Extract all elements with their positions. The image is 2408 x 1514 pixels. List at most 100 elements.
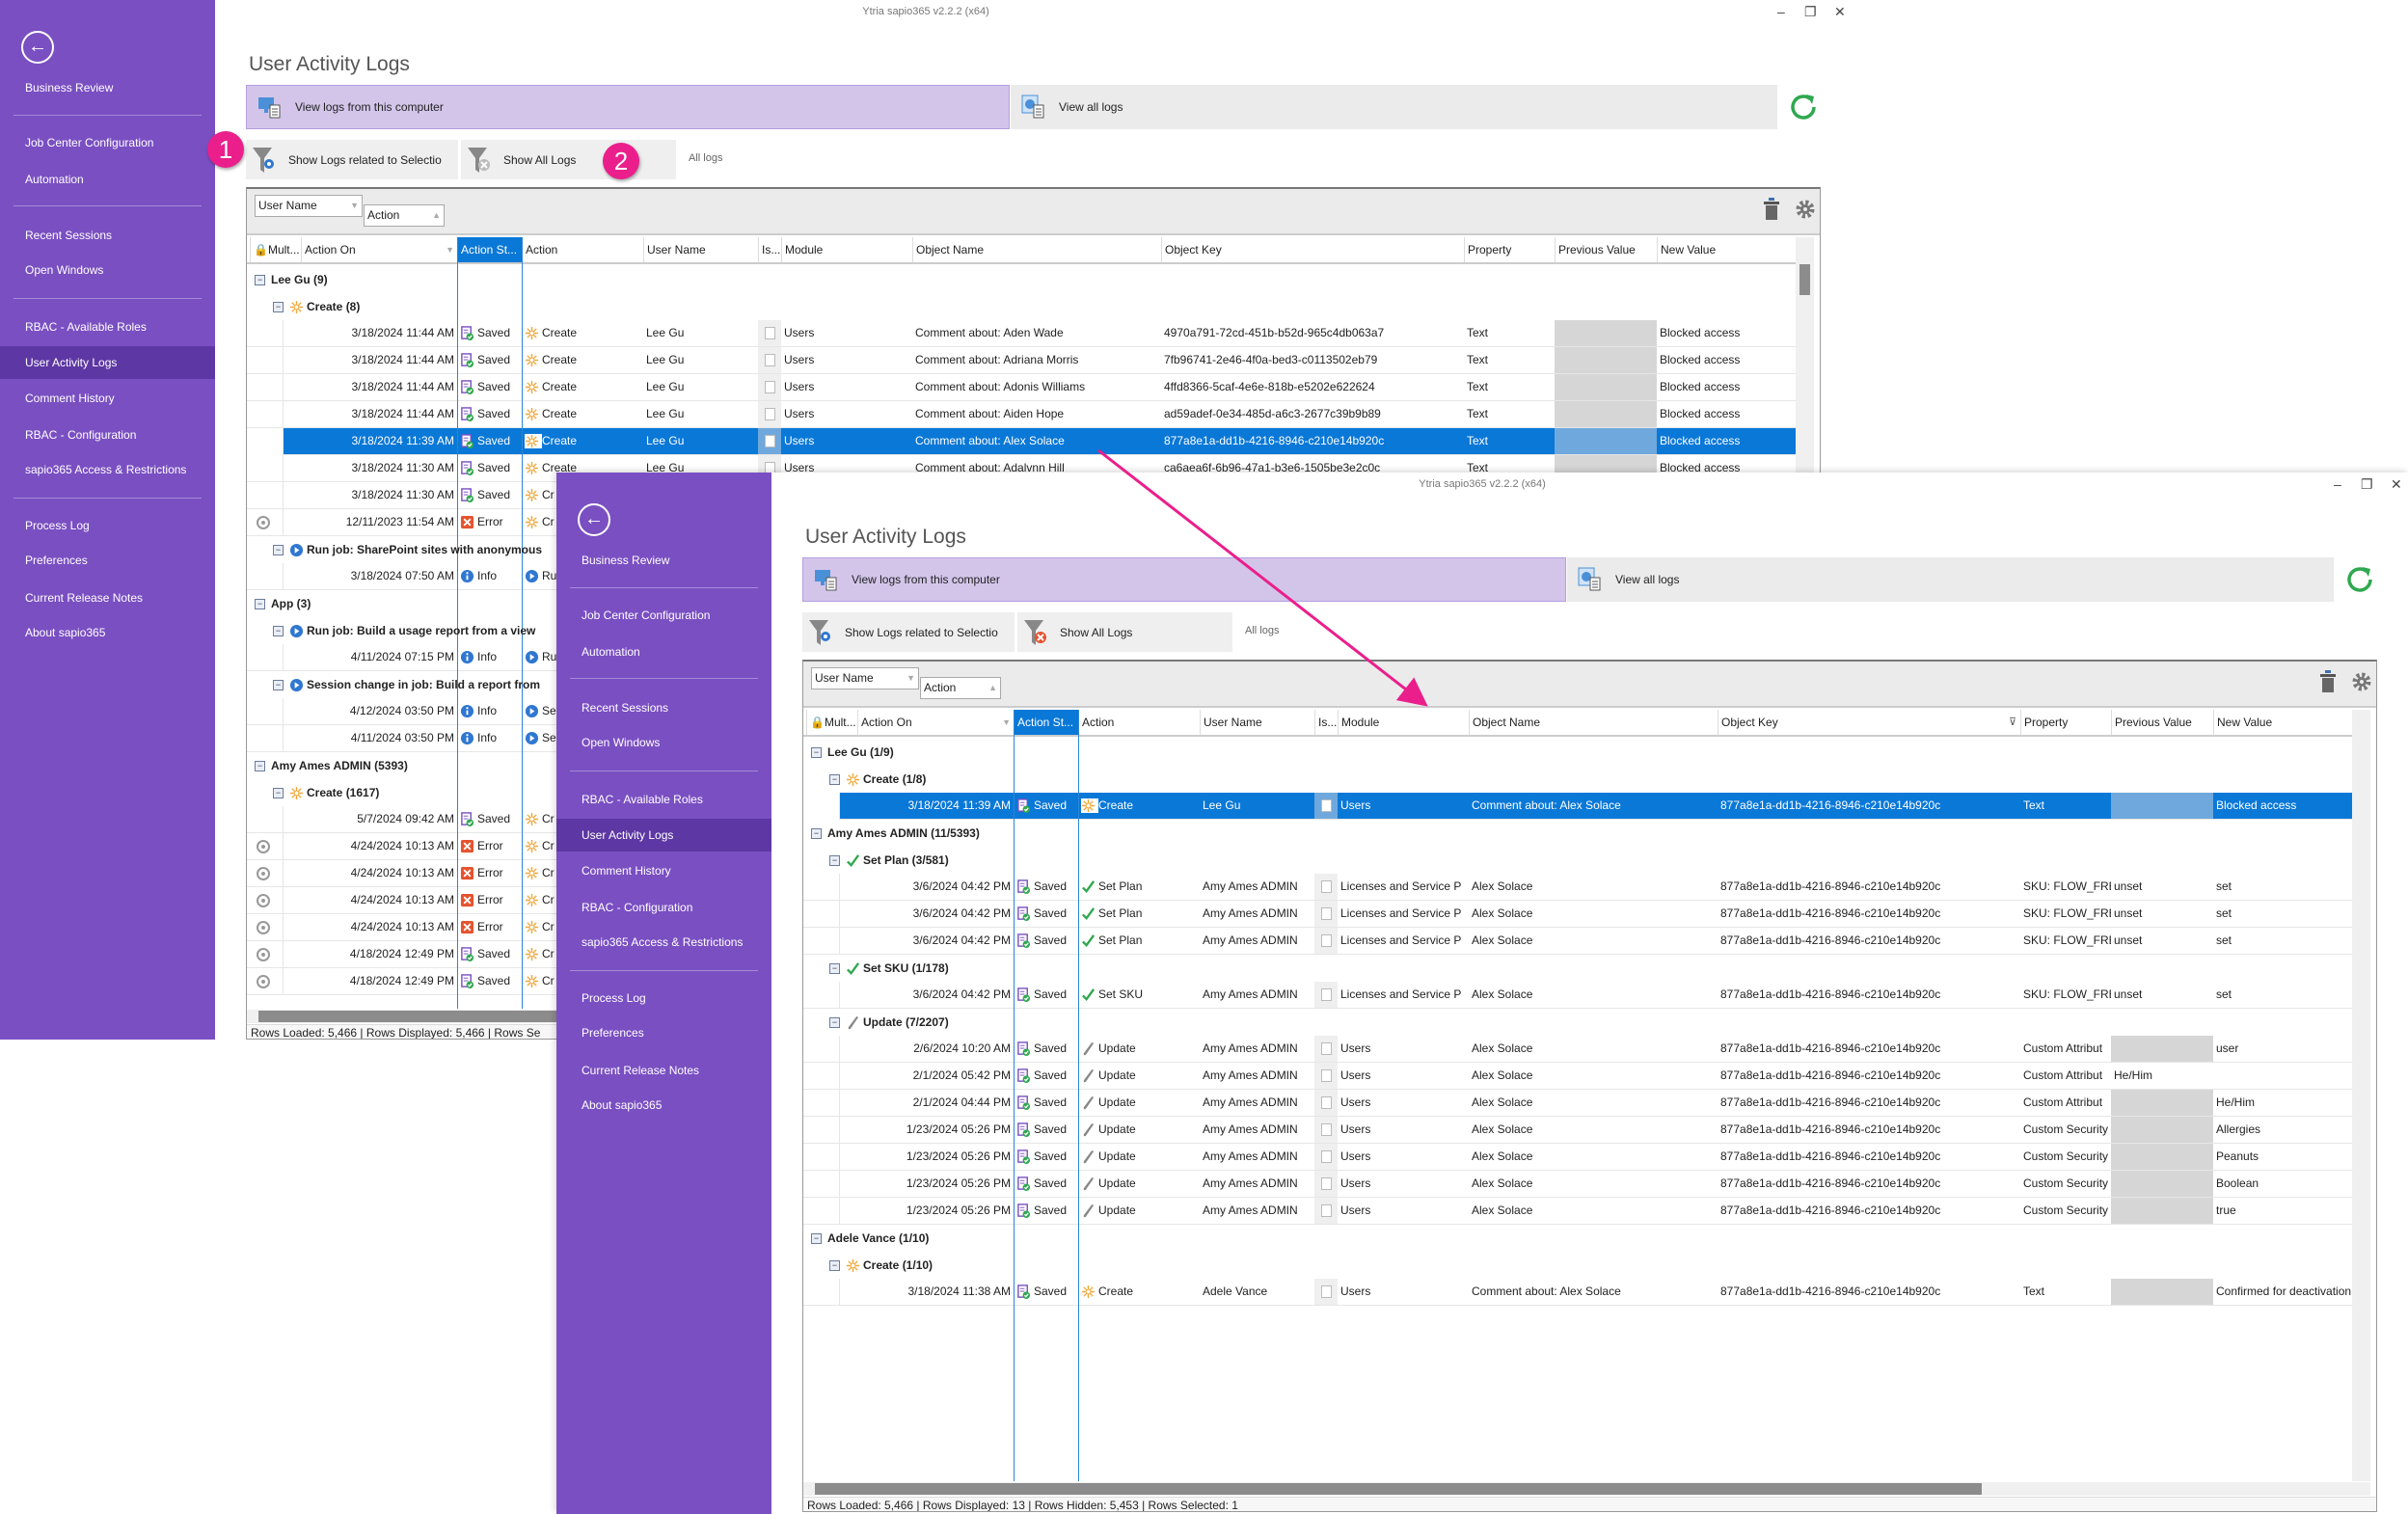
table-row[interactable]: 3/18/2024 11:44 AM Saved Create Lee Gu Users… xyxy=(247,374,1796,401)
sidebar-item-automation[interactable]: Automation xyxy=(556,635,771,668)
checkbox[interactable] xyxy=(1320,1204,1332,1217)
restore-button[interactable]: ❐ xyxy=(1804,4,1817,20)
back-arrow-icon[interactable]: ← xyxy=(21,31,54,64)
groupby-user-name[interactable]: User Name ▼ xyxy=(255,195,363,217)
checkbox[interactable] xyxy=(764,327,775,339)
sidebar-item-business-review[interactable]: Business Review xyxy=(556,544,771,577)
group-row[interactable]: − Lee Gu (1/9) xyxy=(811,739,894,766)
table-row[interactable]: 1/23/2024 05:26 PM Saved Update Amy Ames AD… xyxy=(803,1198,2352,1225)
radio-indicator-icon[interactable] xyxy=(257,516,270,529)
column-filter-icon[interactable]: ⊽ xyxy=(2009,710,2016,735)
sub-group-row[interactable]: − Run job: SharePoint sites with anonymou… xyxy=(273,536,542,563)
table-row[interactable]: 1/23/2024 05:26 PM Saved Update Amy Ames AD… xyxy=(803,1117,2352,1144)
column-header-action-st[interactable]: Action St... xyxy=(457,237,522,262)
table-row[interactable]: 3/18/2024 11:38 AM Saved Create Adele Vance… xyxy=(803,1279,2352,1306)
column-header-mult[interactable]: 🔒Mult... xyxy=(806,710,857,735)
checkbox[interactable] xyxy=(764,435,775,447)
table-row[interactable]: 3/18/2024 11:39 AM Saved Create Lee Gu Users… xyxy=(247,428,1796,455)
column-header-property[interactable]: Property xyxy=(1464,237,1555,262)
sidebar-item-rbac-configuration[interactable]: RBAC - Configuration xyxy=(0,419,215,451)
table-row[interactable]: 3/18/2024 11:44 AM Saved Create Lee Gu Users… xyxy=(247,347,1796,374)
sidebar-item-recent-sessions[interactable]: Recent Sessions xyxy=(0,219,215,252)
table-row[interactable]: 2/1/2024 05:42 PM Saved Update Amy Ames ADM… xyxy=(803,1063,2352,1090)
sidebar-item-current-release-notes[interactable]: Current Release Notes xyxy=(556,1054,771,1087)
table-row[interactable]: 3/6/2024 04:42 PM Saved Set SKU Amy Ames AD… xyxy=(803,982,2352,1009)
sidebar-item-rbac-available-roles[interactable]: RBAC - Available Roles xyxy=(556,783,771,816)
scrollbar-thumb[interactable] xyxy=(1799,264,1810,295)
checkbox[interactable] xyxy=(1320,880,1332,893)
column-header-action-on[interactable]: Action On ▼ xyxy=(857,710,1014,735)
sidebar-item-rbac-configuration[interactable]: RBAC - Configuration xyxy=(556,891,771,924)
refresh-icon[interactable] xyxy=(1786,90,1821,124)
column-header-object-name[interactable]: Object Name xyxy=(1469,710,1718,735)
checkbox[interactable] xyxy=(764,408,775,420)
table-row[interactable]: 3/6/2024 04:42 PM Saved Set Plan Amy Ames A… xyxy=(803,928,2352,955)
close-button[interactable]: ✕ xyxy=(2391,476,2402,493)
radio-indicator-icon[interactable] xyxy=(257,921,270,934)
radio-indicator-icon[interactable] xyxy=(257,975,270,988)
group-row[interactable]: − App (3) xyxy=(255,590,311,617)
table-row[interactable]: 3/18/2024 11:44 AM Saved Create Lee Gu Users… xyxy=(247,401,1796,428)
sidebar-item-rbac-available-roles[interactable]: RBAC - Available Roles xyxy=(0,311,215,343)
horizontal-scrollbar[interactable] xyxy=(803,1482,2370,1496)
collapse-icon[interactable]: − xyxy=(829,854,840,866)
groupby-user-name[interactable]: User Name ▼ xyxy=(811,667,919,689)
collapse-icon[interactable]: − xyxy=(255,760,265,771)
sidebar-item-recent-sessions[interactable]: Recent Sessions xyxy=(556,691,771,724)
scrollbar-thumb[interactable] xyxy=(815,1483,1982,1495)
radio-indicator-icon[interactable] xyxy=(257,840,270,853)
sidebar-item-sapio365-access-restrictions[interactable]: sapio365 Access & Restrictions xyxy=(0,453,215,486)
group-row[interactable]: − Amy Ames ADMIN (5393) xyxy=(255,752,408,779)
table-row[interactable]: 3/18/2024 11:39 AM Saved Create Lee Gu Users… xyxy=(803,793,2352,820)
table-row[interactable]: 2/1/2024 04:44 PM Saved Update Amy Ames ADM… xyxy=(803,1090,2352,1117)
collapse-icon[interactable]: − xyxy=(829,773,840,785)
show-all-logs-button[interactable]: Show All Logs xyxy=(1017,612,1232,652)
sidebar-item-user-activity-logs[interactable]: User Activity Logs xyxy=(556,819,771,852)
view-local-logs-button[interactable]: View logs from this computer xyxy=(802,557,1566,602)
column-header-action[interactable]: Action xyxy=(522,237,643,262)
collapse-icon[interactable]: − xyxy=(829,1259,840,1271)
checkbox[interactable] xyxy=(764,381,775,393)
column-header-is[interactable]: Is... xyxy=(758,237,781,262)
collapse-icon[interactable]: − xyxy=(811,1232,822,1244)
checkbox[interactable] xyxy=(1320,1069,1332,1082)
checkbox[interactable] xyxy=(1320,1177,1332,1190)
sidebar-item-current-release-notes[interactable]: Current Release Notes xyxy=(0,581,215,614)
sidebar-item-business-review[interactable]: Business Review xyxy=(0,71,215,104)
back-arrow-icon[interactable]: ← xyxy=(578,503,610,536)
table-row[interactable]: 1/23/2024 05:26 PM Saved Update Amy Ames AD… xyxy=(803,1144,2352,1171)
column-header-property[interactable]: Property xyxy=(2020,710,2111,735)
show-all-logs-button[interactable]: Show All Logs xyxy=(461,140,676,179)
view-local-logs-button[interactable]: View logs from this computer xyxy=(246,85,1010,129)
column-header-object-key[interactable]: Object Key xyxy=(1161,237,1464,262)
sidebar-item-about-sapio365[interactable]: About sapio365 xyxy=(556,1089,771,1122)
sub-group-row[interactable]: − Set SKU (1/178) xyxy=(829,955,949,982)
view-all-logs-button[interactable]: View all logs xyxy=(1011,85,1777,129)
checkbox[interactable] xyxy=(1320,988,1332,1001)
checkbox[interactable] xyxy=(1320,1042,1332,1055)
sub-group-row[interactable]: − Create (1617) xyxy=(273,779,379,806)
refresh-icon[interactable] xyxy=(2342,562,2377,597)
sidebar-item-preferences[interactable]: Preferences xyxy=(556,1016,771,1049)
sub-group-row[interactable]: − Create (8) xyxy=(273,293,360,320)
collapse-icon[interactable]: − xyxy=(829,962,840,974)
column-header-action-on[interactable]: Action On ▼ xyxy=(301,237,457,262)
trash-icon[interactable] xyxy=(1761,197,1782,222)
collapse-icon[interactable]: − xyxy=(273,301,284,312)
restore-button[interactable]: ❐ xyxy=(2361,476,2373,493)
checkbox[interactable] xyxy=(1320,799,1332,812)
sub-group-row[interactable]: − Update (7/2207) xyxy=(829,1009,949,1036)
collapse-icon[interactable]: − xyxy=(255,598,265,609)
collapse-icon[interactable]: − xyxy=(273,787,284,798)
groupby-action[interactable]: Action ▲ xyxy=(364,204,445,227)
radio-indicator-icon[interactable] xyxy=(257,867,270,880)
collapse-icon[interactable]: − xyxy=(811,746,822,758)
column-header-previous-value[interactable]: Previous Value xyxy=(1555,237,1657,262)
sub-group-row[interactable]: − Run job: Build a usage report from a vi… xyxy=(273,617,535,644)
sidebar-item-automation[interactable]: Automation xyxy=(0,163,215,196)
sidebar-item-about-sapio365[interactable]: About sapio365 xyxy=(0,616,215,649)
column-header-action-st[interactable]: Action St... xyxy=(1014,710,1078,735)
group-row[interactable]: − Amy Ames ADMIN (11/5393) xyxy=(811,820,980,847)
column-header-action[interactable]: Action xyxy=(1078,710,1200,735)
checkbox[interactable] xyxy=(764,354,775,366)
